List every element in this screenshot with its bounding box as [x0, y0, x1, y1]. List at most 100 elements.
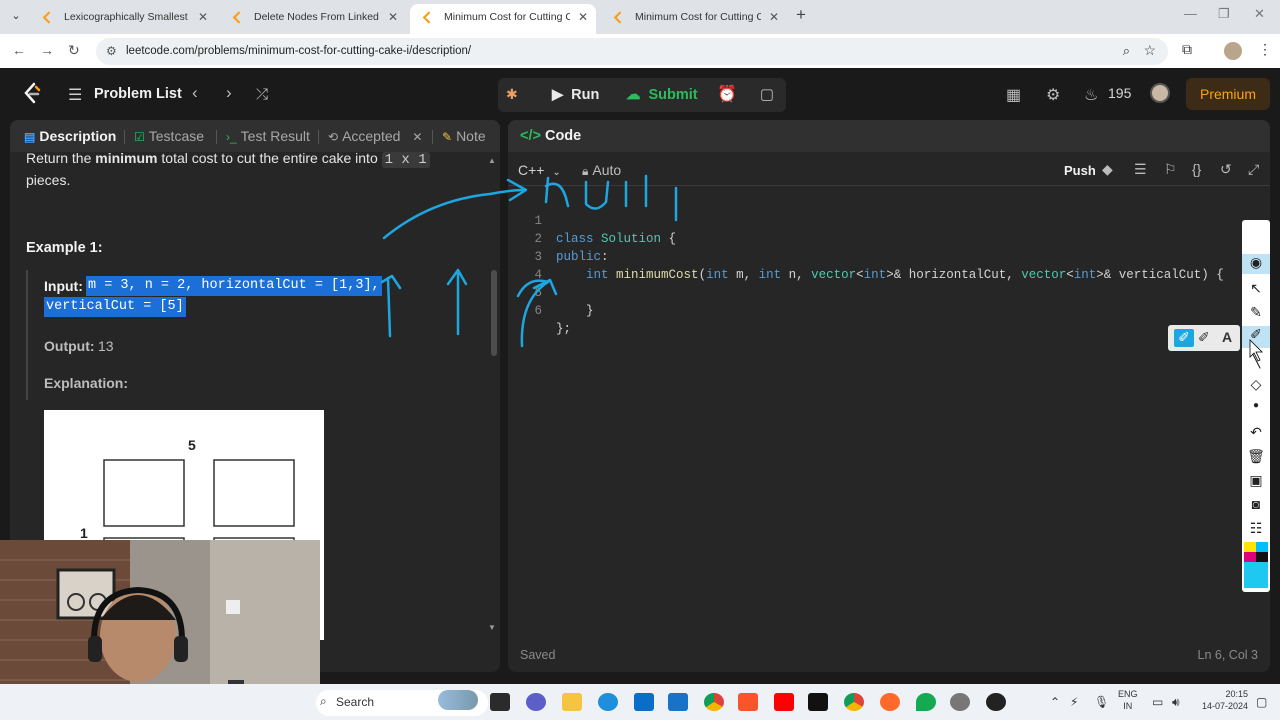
- system-clock[interactable]: 20:15 14-07-2024: [1196, 688, 1248, 712]
- url-bar[interactable]: ⚙ leetcode.com/problems/minimum-cost-for…: [96, 38, 1168, 65]
- back-icon[interactable]: ←: [12, 42, 26, 58]
- color-swatch[interactable]: [1244, 552, 1268, 562]
- profile-avatar[interactable]: [1224, 42, 1242, 60]
- tab-close-icon[interactable]: ✕: [198, 4, 208, 30]
- language-selector[interactable]: C++ ⌄: [518, 162, 561, 178]
- reload-icon[interactable]: ↻: [68, 42, 80, 59]
- tab-note[interactable]: ✎ Note: [442, 128, 486, 144]
- problem-list-link[interactable]: Problem List: [94, 86, 182, 102]
- clipboard-icon[interactable]: ☷: [1242, 520, 1270, 537]
- reset-icon[interactable]: ↺: [1220, 161, 1232, 178]
- mail-icon[interactable]: [668, 693, 688, 711]
- microphone-icon[interactable]: 🎙︎: [1094, 695, 1109, 709]
- auto-mode-toggle[interactable]: 🔒︎ Auto: [582, 162, 621, 179]
- browser-tab-active[interactable]: Minimum Cost for Cutting Cake ✕: [410, 4, 596, 34]
- tab-accepted[interactable]: ⟲ Accepted ✕: [328, 128, 422, 144]
- eye-icon[interactable]: ◉: [1242, 254, 1270, 274]
- pen-icon[interactable]: ✎: [1242, 304, 1270, 321]
- description-scrollbar[interactable]: [488, 154, 498, 670]
- leetcode-logo-icon[interactable]: [22, 82, 42, 106]
- scrollbar-thumb[interactable]: [491, 270, 497, 356]
- task-view-icon[interactable]: [490, 693, 510, 711]
- format-icon[interactable]: ☰: [1134, 161, 1147, 178]
- problem-list-icon[interactable]: ☰: [68, 85, 82, 105]
- tab-close-icon[interactable]: ✕: [578, 4, 588, 30]
- brave-icon[interactable]: [738, 693, 758, 711]
- browser-tab[interactable]: Delete Nodes From Linked List ✕: [220, 4, 406, 34]
- notes-icon[interactable]: ▢: [750, 78, 784, 112]
- zoom-icon[interactable]: ⌕: [1123, 43, 1130, 59]
- bookmark-icon[interactable]: ⚐: [1164, 161, 1177, 178]
- browser-menu-icon[interactable]: ⋮: [1258, 41, 1272, 58]
- highlighter-icon[interactable]: ✐: [1242, 326, 1270, 348]
- tab-testcase[interactable]: ☑ Testcase: [134, 128, 204, 144]
- color-swatch[interactable]: [1244, 542, 1268, 552]
- user-avatar[interactable]: [1150, 83, 1170, 103]
- prev-problem-icon[interactable]: ‹: [192, 83, 198, 103]
- highlighter-option-icon[interactable]: ✐: [1174, 329, 1194, 347]
- camera-icon[interactable]: ◙: [1242, 496, 1270, 512]
- battery-status-icon[interactable]: ⚡︎: [1070, 695, 1078, 709]
- chat-app-icon[interactable]: [526, 693, 546, 711]
- browser-tab[interactable]: Lexicographically Smallest Strin ✕: [30, 4, 216, 34]
- minimize-icon[interactable]: —: [1184, 6, 1197, 21]
- premium-button[interactable]: Premium: [1186, 78, 1270, 110]
- youtube-icon[interactable]: [774, 693, 794, 711]
- tab-close-icon[interactable]: ✕: [412, 130, 422, 144]
- chrome-icon[interactable]: [704, 693, 724, 711]
- trash-icon[interactable]: 🗑︎: [1242, 448, 1270, 465]
- layout-grid-icon[interactable]: ▦: [1006, 85, 1021, 105]
- tab-close-icon[interactable]: ✕: [388, 4, 398, 30]
- volume-icon[interactable]: 🔊︎: [1172, 695, 1180, 710]
- eraser-icon[interactable]: ◇: [1242, 376, 1270, 393]
- fullscreen-icon[interactable]: ⤢: [1248, 161, 1259, 178]
- settings-app-icon[interactable]: [950, 693, 970, 711]
- intellij-icon[interactable]: [808, 693, 828, 711]
- scroll-up-arrow-icon[interactable]: ▲: [488, 156, 496, 165]
- bookmark-star-icon[interactable]: ☆: [1143, 42, 1156, 59]
- file-explorer-icon[interactable]: [562, 693, 582, 711]
- site-settings-icon[interactable]: ⚙: [106, 44, 117, 58]
- pen-app-icon[interactable]: [880, 693, 900, 711]
- text-tool-icon[interactable]: A: [1222, 329, 1232, 345]
- new-tab-icon[interactable]: +: [796, 5, 806, 25]
- tab-test-result[interactable]: ›_ Test Result: [226, 128, 310, 144]
- chrome-profile-icon[interactable]: [844, 693, 864, 711]
- store-icon[interactable]: [634, 693, 654, 711]
- cursor-arrow-icon[interactable]: ↖: [1242, 280, 1270, 297]
- shuffle-icon[interactable]: ⤮: [256, 86, 268, 103]
- whiteboard-icon[interactable]: ▣: [1242, 472, 1270, 489]
- tray-chevron-icon[interactable]: ⌃: [1050, 695, 1060, 709]
- streak-fire-icon[interactable]: ♨: [1084, 85, 1098, 105]
- extensions-icon[interactable]: ⧉: [1182, 41, 1192, 58]
- run-button[interactable]: ▶ Run: [542, 78, 609, 112]
- window-close-icon[interactable]: ✕: [1254, 6, 1265, 22]
- settings-gear-icon[interactable]: ⚙: [1046, 85, 1060, 105]
- line-tool-icon[interactable]: ╲: [1242, 352, 1270, 369]
- code-editor[interactable]: 1 class Solution { 2 public: 3 int minim…: [508, 192, 1270, 632]
- github-icon[interactable]: [986, 693, 1006, 711]
- forward-icon[interactable]: →: [40, 42, 54, 58]
- input-language[interactable]: ENG IN: [1118, 688, 1138, 712]
- restore-icon[interactable]: ❐: [1218, 6, 1230, 22]
- browser-tab[interactable]: Minimum Cost for Cutting Cake ✕: [601, 4, 787, 34]
- mongodb-icon[interactable]: [916, 693, 936, 711]
- push-button[interactable]: Push: [1064, 163, 1096, 178]
- edge-icon[interactable]: [598, 693, 618, 711]
- braces-icon[interactable]: {}: [1192, 161, 1201, 177]
- git-icon[interactable]: ◆: [1102, 161, 1113, 178]
- network-icon[interactable]: ▭: [1152, 695, 1163, 709]
- dot-size-icon[interactable]: ●: [1242, 400, 1270, 411]
- submit-button[interactable]: ☁ Submit: [616, 78, 708, 112]
- current-color-swatch[interactable]: [1244, 562, 1268, 588]
- next-problem-icon[interactable]: ›: [226, 83, 232, 103]
- timer-icon[interactable]: ⏰: [710, 78, 744, 112]
- tab-close-icon[interactable]: ✕: [769, 4, 779, 30]
- notification-icon[interactable]: ▢: [1256, 695, 1267, 709]
- tab-description[interactable]: ▤ Description: [24, 128, 116, 144]
- undo-icon[interactable]: ↶: [1242, 424, 1270, 441]
- debug-icon[interactable]: ✱: [506, 86, 518, 103]
- tab-search-chevron-icon[interactable]: ⌄: [6, 6, 26, 26]
- scroll-down-arrow-icon[interactable]: ▼: [488, 623, 496, 632]
- highlighter-option-icon[interactable]: ✐: [1198, 329, 1210, 346]
